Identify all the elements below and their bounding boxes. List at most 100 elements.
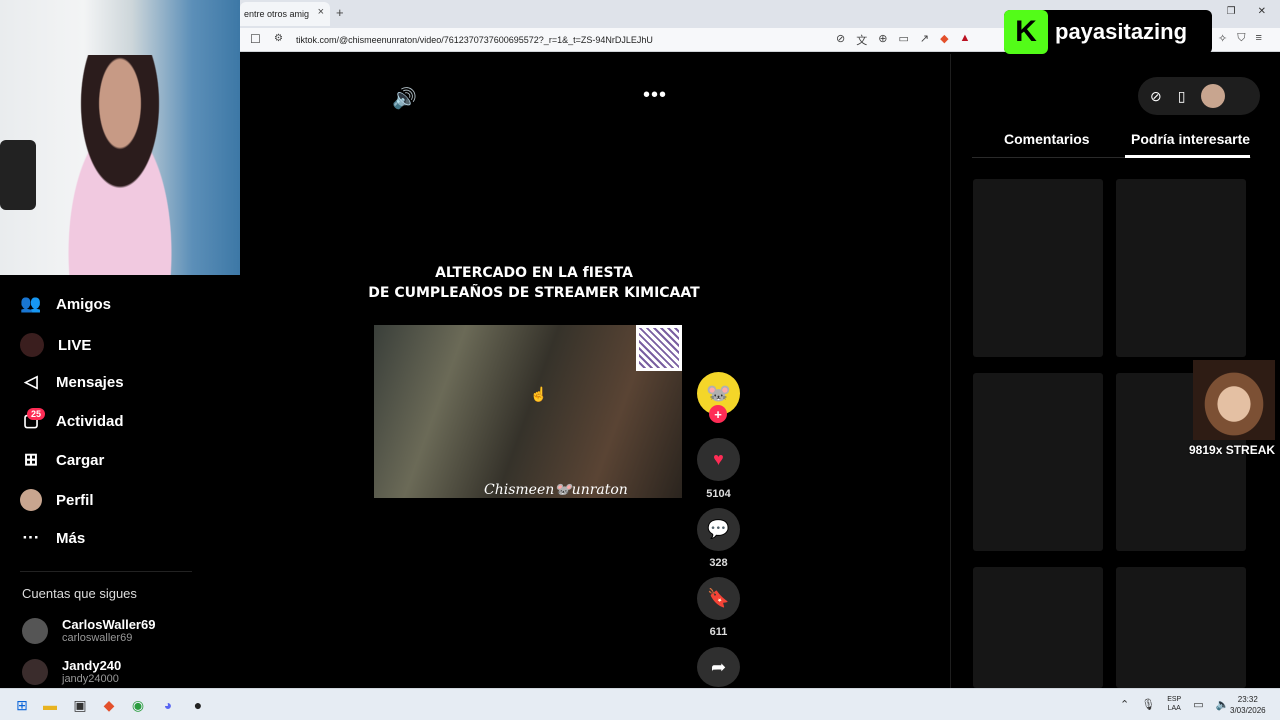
tab-comentarios[interactable]: Comentarios: [1004, 131, 1090, 147]
sidebar-item-cargar[interactable]: ⊞ Cargar: [20, 450, 104, 470]
following-account[interactable]: Jandy240 jandy24000: [22, 658, 121, 685]
translate-icon[interactable]: 文: [856, 32, 867, 48]
maximize-icon[interactable]: ❐: [1227, 6, 1236, 17]
clock[interactable]: 23:32 3/03/2026: [1230, 694, 1266, 716]
upload-icon: ⊞: [23, 450, 39, 469]
save-count: 611: [709, 626, 728, 638]
video-title-line: ALTERCADO EN LA fIESTA: [435, 265, 633, 281]
video-title: ALTERCADO EN LA fIESTA DE CUMPLEAÑOS DE …: [360, 263, 708, 303]
sidebar-divider: [20, 571, 192, 572]
like-count: 5104: [706, 488, 731, 500]
sidebar-item-label: Cargar: [56, 451, 105, 469]
kick-logo-icon: K: [1004, 10, 1048, 54]
comment-button[interactable]: 💬: [697, 508, 740, 551]
sidebar-item-perfil[interactable]: Perfil: [20, 489, 94, 511]
tracking-icon[interactable]: ⊘: [836, 32, 845, 48]
activity-badge: 25: [27, 408, 46, 420]
sidebar-item-label: Más: [56, 529, 86, 547]
comment-count: 328: [709, 557, 728, 569]
site-settings-icon[interactable]: ⚙: [274, 33, 283, 44]
follow-plus-icon[interactable]: +: [709, 405, 727, 423]
related-video-tile[interactable]: [1116, 179, 1246, 357]
related-video-tile[interactable]: [973, 373, 1103, 551]
streak-counter: 9819x STREAK: [1189, 443, 1276, 457]
file-explorer-icon[interactable]: ▬: [40, 695, 60, 715]
address-actions: ⊘ 文 ⊕ ▭ ↗ ◆ ▲: [836, 32, 970, 48]
browser-menu-icons: ✧ ⛉ ≡: [1218, 32, 1262, 45]
tab-title: entre otros amig: [244, 9, 310, 19]
sidebar-item-mensajes[interactable]: ◁ Mensajes: [20, 372, 123, 392]
microphone-icon: [0, 140, 36, 210]
language-indicator[interactable]: ESP LAA: [1167, 695, 1181, 713]
explore-icon[interactable]: ⊘: [1150, 88, 1162, 105]
leo-icon[interactable]: ✧: [1218, 32, 1227, 45]
more-options-icon[interactable]: •••: [643, 84, 667, 107]
share-arrow-icon: ➦: [710, 656, 727, 677]
account-name: CarlosWaller69: [62, 617, 156, 632]
avatar: [22, 617, 48, 644]
close-window-icon[interactable]: ✕: [1258, 6, 1266, 17]
obs-icon[interactable]: ●: [188, 695, 208, 715]
account-name: Jandy240: [62, 658, 122, 673]
bookmark-icon[interactable]: ☐: [250, 32, 261, 46]
zoom-icon[interactable]: ⊕: [878, 32, 887, 48]
sidebar-item-amigos[interactable]: 👥 Amigos: [20, 294, 111, 314]
sidebar-item-label: Actividad: [56, 412, 124, 430]
account-handle: carloswaller69: [62, 632, 133, 644]
kick-channel-name: payasitazing: [1055, 19, 1188, 44]
url-field[interactable]: tiktok.com/@chismeenunraton/video/761237…: [296, 35, 653, 45]
profile-avatar[interactable]: [1201, 84, 1226, 108]
following-header: Cuentas que sigues: [22, 586, 137, 601]
sidebar-item-label: Perfil: [56, 491, 94, 509]
chevron-up-icon[interactable]: ⌃: [1120, 698, 1129, 711]
cast-icon[interactable]: ▭: [898, 32, 908, 48]
tab-close-icon[interactable]: ×: [318, 6, 324, 18]
new-tab-button[interactable]: +: [336, 5, 344, 20]
sidebar-item-live[interactable]: LIVE: [20, 333, 91, 357]
window-app-icon[interactable]: ▣: [70, 695, 90, 715]
profile-icon: [20, 489, 42, 511]
brave-shield-icon[interactable]: ◆: [940, 32, 948, 48]
comment-icon: 💬: [707, 519, 730, 539]
brave-browser-icon[interactable]: ◆: [99, 695, 119, 715]
following-account[interactable]: CarlosWaller69 carloswaller69: [22, 617, 155, 644]
share-icon[interactable]: ↗: [920, 32, 929, 48]
mic-icon[interactable]: 🎙: [1141, 698, 1155, 711]
like-button[interactable]: ♥: [697, 438, 740, 481]
qr-code: [636, 325, 682, 371]
chrome-icon[interactable]: ◉: [128, 695, 148, 715]
windows-start-icon[interactable]: ⊞: [12, 695, 32, 715]
vpn-icon[interactable]: ⛉: [1237, 32, 1245, 45]
system-tray: ⌃ 🎙 ESP LAA ▭ 🔈: [1120, 695, 1229, 713]
discord-icon[interactable]: ◕: [158, 695, 178, 715]
share-button[interactable]: ➦: [697, 647, 740, 687]
tab-podria-interesarte[interactable]: Podría interesarte: [1131, 131, 1250, 147]
network-icon[interactable]: ▭: [1193, 698, 1203, 711]
volume-tray-icon[interactable]: 🔈: [1216, 698, 1230, 711]
menu-icon[interactable]: ≡: [1255, 32, 1261, 45]
layout-code: LAA: [1167, 705, 1181, 712]
friends-icon: 👥: [20, 294, 42, 313]
video-title-line: DE CUMPLEAÑOS DE STREAMER KIMICAAT: [368, 285, 700, 301]
live-icon: [20, 333, 44, 357]
device-icon[interactable]: ▯: [1178, 88, 1186, 105]
webcam-overlay: [0, 0, 240, 275]
lang-code: ESP: [1167, 696, 1182, 703]
rewards-icon[interactable]: ▲: [960, 32, 971, 48]
volume-icon[interactable]: 🔊: [392, 86, 417, 111]
sidebar-item-mas[interactable]: ··· Más: [20, 528, 86, 548]
related-video-tile[interactable]: [1116, 567, 1246, 688]
clock-date: 3/03/2026: [1230, 706, 1266, 715]
active-tab-indicator: [1125, 155, 1250, 158]
sidebar-item-label: Amigos: [56, 295, 112, 313]
windows-taskbar: ⊞ ▬ ▣ ◆ ◉ ◕ ● ⌃ 🎙 ESP LAA ▭ 🔈 23:32 3/03…: [0, 688, 1280, 720]
heart-icon: ♥: [713, 449, 724, 469]
top-right-actions: ⊘ ▯: [1138, 77, 1260, 115]
related-video-tile[interactable]: [973, 567, 1103, 688]
browser-tab[interactable]: entre otros amig ×: [240, 2, 330, 26]
video-watermark: Chismeen🐭unraton: [484, 482, 628, 498]
related-video-tile[interactable]: [973, 179, 1103, 357]
sidebar-item-label: LIVE: [58, 336, 92, 354]
messages-icon: ◁: [24, 372, 38, 391]
save-button[interactable]: 🔖: [697, 577, 740, 620]
